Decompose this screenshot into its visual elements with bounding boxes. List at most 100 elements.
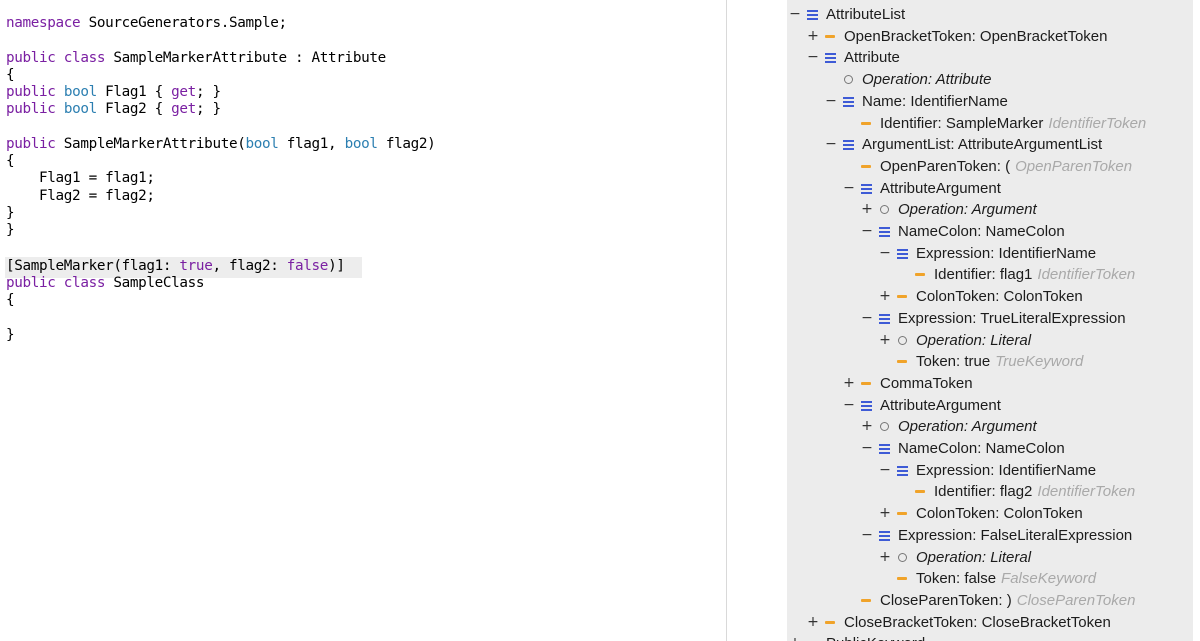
tree-node-label: CloseBracketToken: CloseBracketToken bbox=[844, 613, 1111, 631]
tree-node[interactable]: − Name: IdentifierName bbox=[824, 91, 1008, 112]
collapse-icon[interactable]: − bbox=[824, 134, 838, 155]
collapse-icon[interactable]: − bbox=[860, 221, 874, 242]
tree-node[interactable]: − NameColon: NameColon bbox=[860, 221, 1065, 242]
tree-node-kind: CloseParenToken bbox=[1016, 591, 1136, 609]
syntax-node-icon bbox=[842, 95, 855, 108]
expand-icon[interactable]: + bbox=[860, 416, 874, 437]
code-line[interactable]: Flag1 = flag1; bbox=[6, 170, 155, 187]
code-text: { bbox=[6, 67, 15, 83]
code-text: flag1, bbox=[278, 136, 345, 152]
tree-node[interactable]: + CloseBracketToken: CloseBracketToken bbox=[806, 612, 1111, 633]
tree-node[interactable]: − Expression: TrueLiteralExpression bbox=[860, 308, 1125, 329]
code-line[interactable]: public bool Flag1 { get; } bbox=[6, 84, 221, 101]
code-text: )] bbox=[328, 258, 345, 274]
code-text: flag2) bbox=[377, 136, 436, 152]
expand-icon[interactable]: + bbox=[878, 547, 892, 568]
tree-node[interactable]: − AttributeArgument bbox=[842, 178, 1001, 199]
code-text: { bbox=[6, 292, 15, 308]
code-line[interactable]: public bool Flag2 { get; } bbox=[6, 101, 221, 118]
syntax-token-icon bbox=[896, 507, 909, 520]
code-text: SampleMarkerAttribute : Attribute bbox=[105, 50, 386, 66]
tree-node[interactable]: OpenParenToken: (OpenParenToken bbox=[842, 156, 1132, 177]
expand-icon[interactable]: + bbox=[806, 612, 820, 633]
tree-node[interactable]: Operation: Attribute bbox=[824, 69, 992, 90]
code-text: } bbox=[6, 205, 15, 221]
tree-node[interactable]: + PublicKeyword bbox=[788, 633, 925, 641]
tree-node[interactable]: − Expression: IdentifierName bbox=[878, 243, 1096, 264]
tree-node[interactable]: + Operation: Literal bbox=[878, 330, 1031, 351]
expand-icon[interactable]: + bbox=[878, 286, 892, 307]
expand-icon[interactable]: + bbox=[788, 633, 802, 641]
collapse-icon[interactable]: − bbox=[842, 395, 856, 416]
code-line[interactable]: { bbox=[6, 153, 15, 170]
operation-icon bbox=[878, 203, 891, 216]
tree-node[interactable]: CloseParenToken: ) CloseParenToken bbox=[842, 590, 1135, 611]
code-line[interactable]: } bbox=[6, 327, 15, 344]
collapse-icon[interactable]: − bbox=[806, 47, 820, 68]
tree-node[interactable]: Token: false FalseKeyword bbox=[878, 568, 1096, 589]
code-text: Flag1 { bbox=[96, 84, 172, 100]
tree-node-kind: FalseKeyword bbox=[1001, 570, 1097, 588]
code-line[interactable]: [SampleMarker(flag1: true, flag2: false)… bbox=[6, 258, 345, 275]
tree-node[interactable]: Identifier: SampleMarker IdentifierToken bbox=[842, 113, 1146, 134]
code-text: , flag2: bbox=[212, 258, 287, 274]
expand-icon[interactable]: + bbox=[842, 373, 856, 394]
tree-node[interactable]: − Attribute bbox=[806, 47, 900, 68]
code-line[interactable]: Flag2 = flag2; bbox=[6, 188, 155, 205]
tree-node[interactable]: + ColonToken: ColonToken bbox=[878, 503, 1083, 524]
tree-node-label: NameColon: NameColon bbox=[898, 440, 1065, 457]
syntax-node-icon bbox=[878, 442, 891, 455]
code-keyword: public bbox=[6, 136, 56, 152]
tree-node[interactable]: − AttributeArgument bbox=[842, 395, 1001, 416]
collapse-icon[interactable]: − bbox=[860, 308, 874, 329]
tree-node-label: CloseParenToken: ) bbox=[880, 591, 1012, 609]
tree-node[interactable]: + CommaToken bbox=[842, 373, 972, 394]
tree-node[interactable]: + Operation: Argument bbox=[860, 199, 1037, 220]
tree-node[interactable]: − ArgumentList: AttributeArgumentList bbox=[824, 134, 1102, 155]
syntax-node-icon bbox=[860, 182, 873, 195]
code-keyword: get bbox=[171, 101, 196, 117]
code-line[interactable]: { bbox=[6, 67, 15, 84]
syntax-token-icon bbox=[806, 637, 819, 641]
code-text: } bbox=[6, 222, 15, 238]
expand-icon[interactable]: + bbox=[860, 199, 874, 220]
tree-node[interactable]: + Operation: Argument bbox=[860, 416, 1037, 437]
code-line[interactable]: public SampleMarkerAttribute(bool flag1,… bbox=[6, 136, 436, 153]
code-line[interactable]: } bbox=[6, 222, 15, 239]
tree-node[interactable]: Token: true TrueKeyword bbox=[878, 351, 1083, 372]
tree-node[interactable]: + OpenBracketToken: OpenBracketToken bbox=[806, 26, 1107, 47]
code-line[interactable]: public class SampleClass bbox=[6, 275, 205, 292]
code-keyword: public bbox=[6, 84, 56, 100]
collapse-icon[interactable]: − bbox=[878, 243, 892, 264]
collapse-icon[interactable]: − bbox=[842, 178, 856, 199]
tree-node[interactable]: + Operation: Literal bbox=[878, 547, 1031, 568]
expand-icon[interactable]: + bbox=[878, 330, 892, 351]
code-keyword: true bbox=[179, 258, 213, 274]
collapse-icon[interactable]: − bbox=[860, 525, 874, 546]
collapse-icon[interactable]: − bbox=[824, 91, 838, 112]
code-keyword: false bbox=[286, 258, 329, 274]
operation-icon bbox=[878, 420, 891, 433]
collapse-icon[interactable]: − bbox=[860, 438, 874, 459]
collapse-icon[interactable]: − bbox=[788, 4, 802, 25]
syntax-node-icon bbox=[842, 138, 855, 151]
tree-node[interactable]: − NameColon: NameColon bbox=[860, 438, 1065, 459]
syntax-tree-panel[interactable]: − AttributeList + OpenBracketToken: OpenBra… bbox=[787, 0, 1193, 641]
expand-icon[interactable]: + bbox=[878, 503, 892, 524]
code-line[interactable]: public class SampleMarkerAttribute : Att… bbox=[6, 50, 386, 67]
code-line[interactable]: } bbox=[6, 205, 15, 222]
code-line[interactable]: namespace SourceGenerators.Sample; bbox=[6, 15, 287, 32]
tree-node[interactable]: Identifier: flag1 IdentifierToken bbox=[896, 264, 1135, 285]
collapse-icon[interactable]: − bbox=[878, 460, 892, 481]
tree-node[interactable]: − AttributeList bbox=[788, 4, 905, 25]
tree-node[interactable]: − Expression: FalseLiteralExpression bbox=[860, 525, 1132, 546]
tree-node-label: Identifier: SampleMarker bbox=[880, 114, 1044, 132]
tree-node[interactable]: − Expression: IdentifierName bbox=[878, 460, 1096, 481]
syntax-node-icon bbox=[896, 247, 909, 260]
code-line[interactable]: { bbox=[6, 292, 15, 309]
code-editor[interactable]: namespace SourceGenerators.Sample; public… bbox=[0, 0, 727, 641]
tree-node-label: Operation: Literal bbox=[916, 331, 1032, 349]
tree-node[interactable]: Identifier: flag2 IdentifierToken bbox=[896, 481, 1135, 502]
expand-icon[interactable]: + bbox=[806, 26, 820, 47]
tree-node[interactable]: + ColonToken: ColonToken bbox=[878, 286, 1083, 307]
